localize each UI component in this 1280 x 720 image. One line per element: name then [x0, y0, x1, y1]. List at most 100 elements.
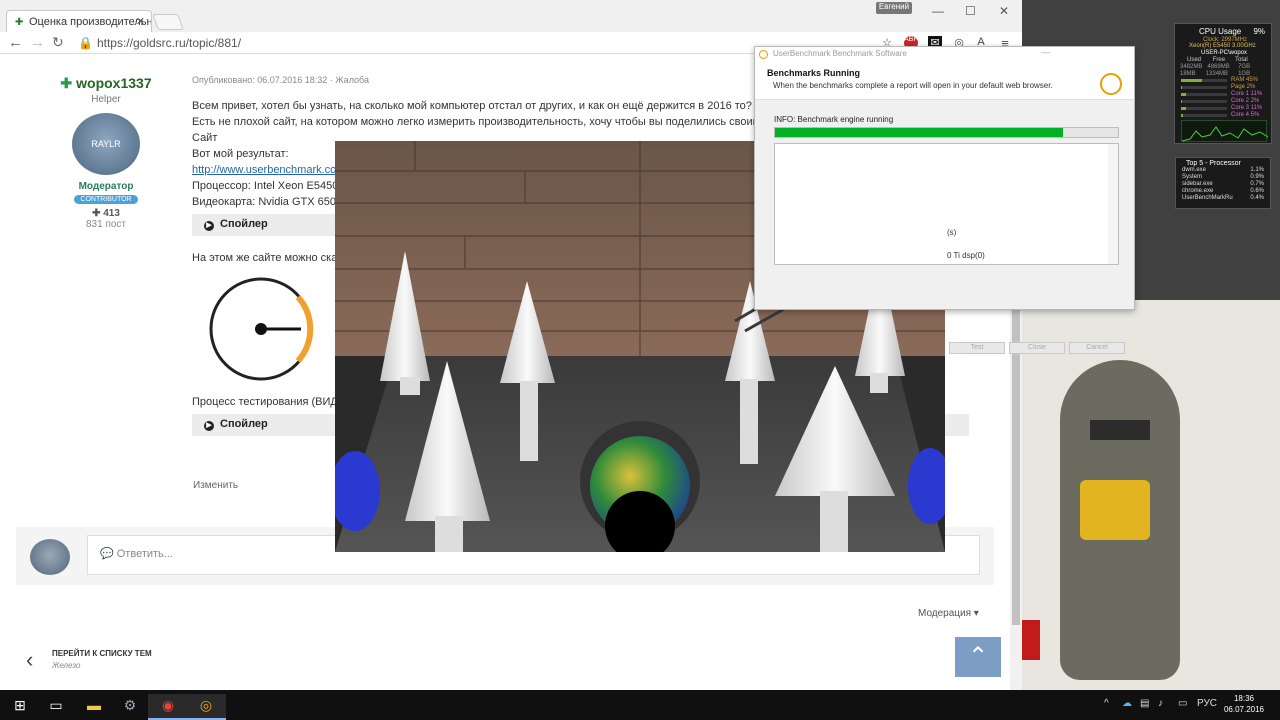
clock-date: 06.07.2016 — [1223, 705, 1265, 714]
task-view-icon[interactable]: ▭ — [36, 694, 76, 720]
browser-tab[interactable]: ✚ Оценка производительн ✕ — [6, 10, 152, 34]
core-bar-fill — [1181, 79, 1202, 82]
core-label: Core 4 5% — [1231, 112, 1260, 118]
core-bar-fill — [1181, 93, 1187, 96]
back-label: ПЕРЕЙТИ К СПИСКУ ТЕМ — [52, 649, 152, 658]
process-row: dwm.exe 1.1% — [1182, 167, 1264, 173]
dialog-subheading: When the benchmarks complete a report wi… — [773, 81, 1053, 90]
new-tab-button[interactable] — [152, 14, 184, 30]
author-group: Модератор — [78, 181, 134, 192]
core-label: Core 2 2% — [1231, 98, 1260, 104]
dialog-title: UserBenchmark Benchmark Software — [773, 49, 907, 58]
process-row: sidebar.exe 0.7% — [1182, 181, 1264, 187]
dialog-info: INFO: Benchmark engine running — [774, 115, 894, 124]
reload-icon[interactable]: ↻ — [52, 34, 64, 51]
core-label: Core 1 11% — [1231, 91, 1263, 97]
core-bar — [1181, 86, 1227, 89]
scroll-top-button[interactable]: ⌃ — [955, 637, 1001, 677]
language-indicator[interactable]: РУС — [1197, 698, 1217, 709]
lock-icon: 🔒 — [78, 36, 93, 50]
core-bar — [1181, 114, 1227, 117]
minimize-icon[interactable]: — — [932, 4, 944, 18]
play-icon: ▶ — [204, 221, 214, 231]
cpu-usage-gadget[interactable]: CPU Usage 9% Clock: 2997MHz Xeon(R) E545… — [1174, 23, 1272, 144]
clock-time: 18:36 — [1233, 694, 1255, 703]
chevron-left-icon: ‹ — [26, 647, 34, 672]
contributor-badge: CONTRIBUTOR — [74, 195, 138, 204]
cpu-host: USER-PC\wopox — [1201, 50, 1248, 56]
dialog-titlebar: UserBenchmark Benchmark Software — — [755, 47, 1134, 63]
edit-link[interactable]: Изменить — [193, 480, 238, 491]
dialog-heading: Benchmarks Running — [767, 68, 861, 78]
speed-gauge-icon — [209, 277, 314, 381]
core-bar — [1181, 79, 1227, 82]
core-bar — [1181, 107, 1227, 110]
log-box[interactable]: (s) 0 Ti dsp(0) — [774, 143, 1119, 265]
maximize-icon[interactable]: ☐ — [965, 4, 976, 18]
play-icon: ▶ — [204, 421, 214, 431]
cpu-graph — [1181, 120, 1269, 142]
userbenchmark-taskbar-icon[interactable]: ◎ — [186, 694, 226, 720]
tab-close-icon[interactable]: ✕ — [136, 15, 145, 28]
post-count: 831 пост — [85, 219, 127, 230]
test-button[interactable]: Test — [949, 342, 1005, 354]
message-icon[interactable]: ▭ — [1178, 698, 1187, 709]
core-bar-fill — [1181, 114, 1184, 117]
back-category: Железо — [52, 661, 81, 670]
moderation-dropdown[interactable]: Модерация ▾ — [918, 608, 979, 619]
browser-titlebar: ✚ Оценка производительн ✕ Евгений — ☐ ✕ — [0, 0, 1022, 34]
wallpaper-art — [1020, 300, 1280, 690]
network-icon[interactable]: ▤ — [1140, 698, 1149, 709]
wallpaper-red-accent — [1020, 620, 1040, 660]
userbenchmark-logo-icon — [759, 50, 768, 59]
pin-icon: ✚ — [60, 75, 73, 91]
url-text: https://goldsrc.ru/topic/881/ — [96, 36, 242, 50]
forward-arrow-icon[interactable]: → — [30, 34, 45, 51]
top5-title: Top 5 - Processor — [1186, 160, 1241, 167]
core-bar-fill — [1181, 107, 1187, 110]
log-line: (s) — [947, 228, 957, 237]
chrome-icon[interactable]: ◉ — [148, 694, 188, 720]
cancel-button[interactable]: Cancel — [1069, 342, 1125, 354]
back-arrow-icon[interactable]: ← — [8, 34, 23, 51]
top5-processor-gadget[interactable]: Top 5 - Processor dwm.exe 1.1% System 0.9%… — [1175, 157, 1271, 209]
wallpaper-band — [1090, 420, 1150, 440]
process-row: UserBenchMarkRu 0.4% — [1182, 195, 1264, 201]
onedrive-icon[interactable]: ☁ — [1122, 698, 1132, 709]
steam-icon[interactable]: ⚙ — [110, 694, 150, 720]
cpu-percent: 9% — [1253, 27, 1265, 36]
cpu-name: Xeon(R) E5450 3.00GHz — [1189, 43, 1256, 49]
userbenchmark-gauge-icon — [1100, 73, 1122, 95]
process-row: chrome.exe 0.6% — [1182, 188, 1264, 194]
volume-icon[interactable]: ♪ — [1158, 698, 1163, 709]
wallpaper-emblem — [1080, 480, 1150, 540]
close-button[interactable]: Close — [1009, 342, 1065, 354]
core-bar — [1181, 100, 1227, 103]
close-window-icon[interactable]: ✕ — [999, 4, 1009, 18]
log-line: 0 Ti dsp(0) — [947, 251, 985, 260]
dialog-minimize-icon[interactable]: — — [1041, 47, 1050, 57]
dialog-body: INFO: Benchmark engine running (s) 0 Ti … — [755, 99, 1134, 354]
dialog-header: Benchmarks Running When the benchmarks c… — [755, 63, 1134, 99]
mem-header: Used Free Total — [1187, 57, 1248, 63]
benchmark-progress-bar — [774, 127, 1119, 138]
clock[interactable]: 18:36 06.07.2016 — [1222, 693, 1266, 715]
file-explorer-icon[interactable]: ▬ — [74, 694, 114, 720]
post-author: ✚ wopox1337 Helper RAYLR Модератор CONTRI… — [46, 75, 166, 230]
core-label: RAM 45% — [1231, 77, 1259, 83]
log-scrollbar[interactable] — [1108, 144, 1118, 264]
author-title: Helper — [91, 94, 121, 105]
site-favicon-icon: ✚ — [15, 17, 24, 28]
start-windows-icon[interactable]: ⊞ — [0, 694, 40, 720]
cpu-graph-line — [1181, 126, 1269, 142]
process-row: System 0.9% — [1182, 174, 1264, 180]
tray-expand-icon[interactable]: ^ — [1104, 698, 1109, 709]
author-name[interactable]: ✚ wopox1337 — [46, 75, 166, 92]
profile-button[interactable]: Евгений — [876, 2, 912, 14]
author-avatar[interactable]: RAYLR — [72, 113, 140, 175]
core-label: Core 3 11% — [1231, 105, 1263, 111]
core-label: Page 2% — [1231, 84, 1256, 90]
core-bar-fill — [1181, 86, 1182, 89]
core-bar — [1181, 93, 1227, 96]
reputation: ✚ 413 — [92, 208, 120, 219]
